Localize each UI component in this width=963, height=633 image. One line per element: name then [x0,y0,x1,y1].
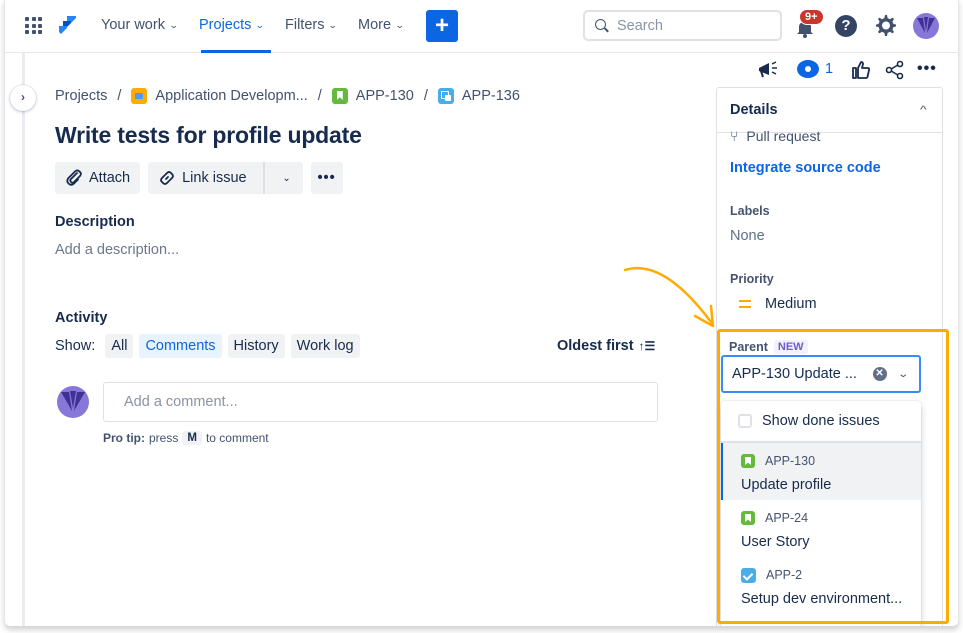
sort-order-button[interactable]: Oldest first ↑☰ [557,338,655,354]
labels-label: Labels [730,204,770,218]
parent-select[interactable]: APP-130 Update ... ✕ ⌄ [721,355,921,393]
jira-logo-icon[interactable] [57,15,77,37]
comment-box[interactable] [103,382,658,422]
nav-projects[interactable]: Projects ⌄ [199,17,266,33]
top-navigation: Your work⌄ Projects⌄ Filters⌄ More⌄ + 9+… [5,0,958,53]
create-button[interactable]: + [426,10,458,42]
chevron-down-icon: ⌄ [168,19,179,30]
link-issue-dropdown-button[interactable]: ⌄ [271,162,303,194]
link-issue-button-group: Link issue ⌄ [148,162,303,194]
story-icon [331,88,348,104]
details-title: Details [730,102,778,118]
breadcrumb-separator: / [117,88,122,104]
breadcrumb-projects[interactable]: Projects [55,88,107,104]
issue-toolbar: Attach Link issue ⌄ ••• [55,162,343,194]
active-nav-indicator [201,50,271,53]
filter-work-log[interactable]: Work log [290,334,360,358]
search-box[interactable] [583,10,782,41]
task-icon [741,567,756,583]
project-icon [131,88,148,104]
parent-option[interactable]: APP-24 User Story [721,500,921,557]
story-icon [741,511,755,525]
labels-value[interactable]: None [730,228,765,244]
parent-dropdown-menu: Show done issues APP-130 Update profile … [721,401,921,626]
breadcrumb-current-issue[interactable]: APP-136 [437,88,520,104]
show-done-issues-option[interactable]: Show done issues [721,401,921,443]
keyboard-shortcut-key: M [182,431,202,445]
nav-filters[interactable]: Filters ⌄ [285,17,339,33]
parent-option[interactable]: APP-2 Setup dev environment... [721,557,921,614]
annotation-arrow-icon [623,266,715,328]
nav-more[interactable]: More ⌄ [358,17,405,33]
breadcrumb-project[interactable]: Application Developm... [131,88,308,104]
chevron-down-icon: ⌄ [328,19,339,30]
more-actions-button[interactable]: ••• [310,162,343,194]
pull-request-row: ⑂ Pull request [730,128,821,144]
app-switcher-icon[interactable] [25,17,42,34]
clear-icon[interactable]: ✕ [872,367,887,381]
activity-heading: Activity [55,310,108,326]
integrate-source-code-link[interactable]: Integrate source code [730,160,881,176]
help-icon[interactable]: ? [835,15,857,37]
description-editor[interactable]: Add a description... [55,242,179,258]
expand-sidebar-button[interactable]: › [10,85,36,111]
pull-request-icon: ⑂ [730,128,739,144]
filter-comments[interactable]: Comments [139,334,222,358]
button-divider [262,162,265,194]
link-issue-button[interactable]: Link issue [148,162,256,194]
search-input[interactable] [617,17,767,34]
breadcrumb-parent-issue[interactable]: APP-130 [331,88,414,104]
show-label: Show: [55,338,96,354]
user-avatar[interactable] [913,13,939,39]
notification-badge: 9+ [799,9,824,25]
filter-all[interactable]: All [105,334,134,358]
parent-option[interactable]: APP-130 Update profile [721,443,921,500]
sidebar-rail [22,53,25,626]
subtask-icon [437,88,454,104]
issue-title[interactable]: Write tests for profile update [55,122,362,149]
priority-medium-icon [739,300,751,308]
pro-tip: Pro tip: press M to comment [103,431,269,445]
paperclip-icon [66,169,82,186]
chevron-down-icon: ⌄ [282,172,291,184]
chevron-down-icon: ⌄ [394,19,405,30]
settings-gear-icon[interactable] [874,14,898,38]
show-done-checkbox[interactable] [738,414,752,428]
share-icon[interactable] [885,60,905,80]
description-heading: Description [55,214,135,230]
priority-label: Priority [730,272,774,286]
breadcrumb: Projects / Application Developm... / APP… [55,88,520,104]
watch-count: 1 [825,61,834,77]
comment-input[interactable] [124,394,657,410]
pro-tip-text: press [149,431,179,445]
pro-tip-label: Pro tip: [103,431,145,445]
sort-ascending-icon: ↑☰ [638,339,656,353]
parent-field-label: Parent NEW [729,340,808,354]
breadcrumb-separator: / [317,88,322,104]
app-window: Your work⌄ Projects⌄ Filters⌄ More⌄ + 9+… [4,0,959,627]
link-icon [160,171,175,185]
new-badge: NEW [773,340,808,354]
story-icon [741,454,755,468]
watch-button[interactable]: 1 [797,60,833,78]
activity-filters: Show: All Comments History Work log [55,334,360,358]
chevron-down-icon[interactable]: ⌄ [897,369,909,380]
chevron-down-icon: ⌄ [255,19,266,30]
eye-icon [797,60,819,78]
filter-history[interactable]: History [227,334,285,358]
search-icon [595,18,609,33]
chevron-up-icon[interactable]: ^ [920,105,927,116]
attach-button[interactable]: Attach [55,162,141,194]
breadcrumb-separator: / [423,88,428,104]
nav-your-work[interactable]: Your work ⌄ [101,17,179,33]
comment-user-avatar [57,386,89,418]
details-header[interactable]: Details ^ [717,88,942,133]
pro-tip-text: to comment [205,431,269,445]
priority-field[interactable]: Medium [739,296,817,312]
more-options-button[interactable]: ••• [917,60,937,78]
thumbs-up-icon[interactable] [851,60,871,80]
feedback-megaphone-icon[interactable] [757,60,779,80]
